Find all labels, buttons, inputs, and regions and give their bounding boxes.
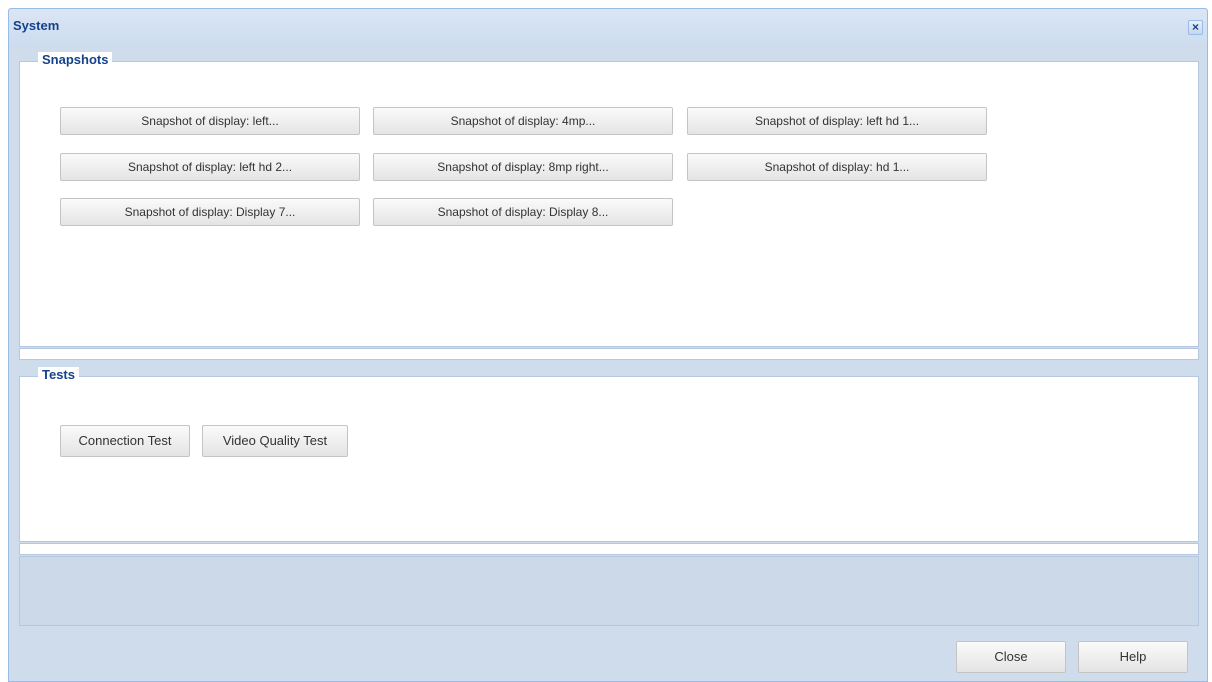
tests-fieldset: Tests Connection Test Video Quality Test — [19, 367, 1199, 542]
snapshot-button-left-hd-2[interactable]: Snapshot of display: left hd 2... — [60, 153, 360, 181]
snapshot-button-left-hd-1[interactable]: Snapshot of display: left hd 1... — [687, 107, 987, 135]
snapshot-button-display-8[interactable]: Snapshot of display: Display 8... — [373, 198, 673, 226]
help-button[interactable]: Help — [1078, 641, 1188, 673]
snapshot-button-hd-1[interactable]: Snapshot of display: hd 1... — [687, 153, 987, 181]
snapshots-fieldset: Snapshots Snapshot of display: left... S… — [19, 52, 1199, 347]
video-quality-test-button[interactable]: Video Quality Test — [202, 425, 348, 457]
tests-legend: Tests — [38, 367, 79, 382]
snapshot-button-8mp-right[interactable]: Snapshot of display: 8mp right... — [373, 153, 673, 181]
snapshots-fieldset-bottom — [19, 348, 1199, 360]
dialog-body-empty-area — [19, 556, 1199, 626]
close-icon[interactable]: × — [1188, 20, 1203, 35]
snapshots-legend: Snapshots — [38, 52, 113, 67]
tests-fieldset-bottom — [19, 543, 1199, 555]
close-button[interactable]: Close — [956, 641, 1066, 673]
connection-test-button[interactable]: Connection Test — [60, 425, 190, 457]
dialog-title: System — [13, 18, 60, 33]
dialog-titlebar[interactable]: System × — [9, 9, 1207, 45]
snapshot-button-4mp[interactable]: Snapshot of display: 4mp... — [373, 107, 673, 135]
snapshot-button-left[interactable]: Snapshot of display: left... — [60, 107, 360, 135]
snapshot-button-display-7[interactable]: Snapshot of display: Display 7... — [60, 198, 360, 226]
